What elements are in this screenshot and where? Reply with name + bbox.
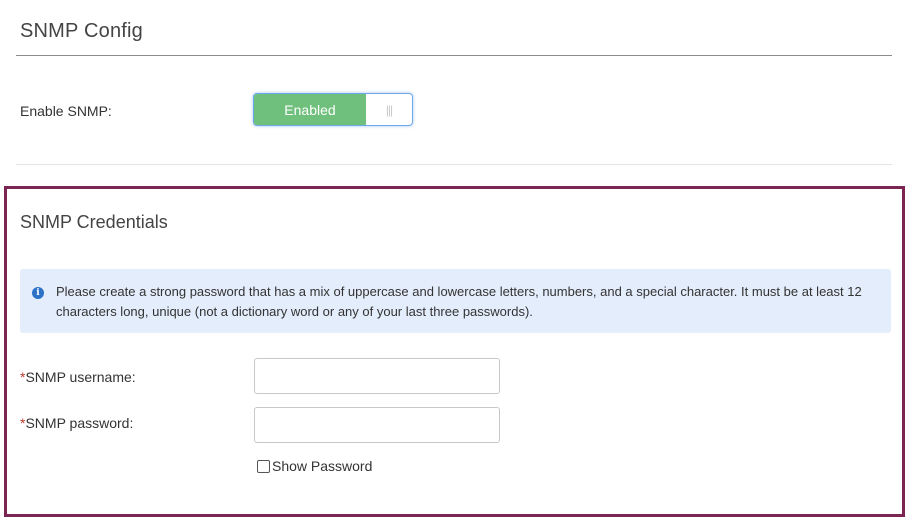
snmp-username-input[interactable] [254, 358, 500, 394]
password-info-box: i Please create a strong password that h… [20, 269, 891, 333]
enable-snmp-label: Enable SNMP: [20, 103, 112, 119]
show-password-checkbox[interactable] [257, 459, 270, 473]
show-password-label: Show Password [272, 458, 373, 474]
snmp-password-label-text: SNMP password: [25, 415, 134, 431]
title-divider [16, 55, 892, 56]
show-password-option[interactable]: Show Password [257, 458, 372, 474]
password-info-text: Please create a strong password that has… [56, 284, 862, 319]
enable-snmp-toggle[interactable]: Enabled ||| [253, 93, 413, 126]
snmp-username-label: *SNMP username: [20, 369, 136, 385]
toggle-grip-icon[interactable]: ||| [366, 94, 412, 125]
info-circle-icon: i [32, 287, 44, 299]
snmp-credentials-section [4, 186, 905, 517]
toggle-state-label: Enabled [254, 94, 366, 125]
snmp-password-label: *SNMP password: [20, 415, 133, 431]
page-title: SNMP Config [20, 20, 143, 42]
credentials-title: SNMP Credentials [20, 212, 168, 232]
snmp-username-label-text: SNMP username: [25, 369, 136, 385]
section-divider [16, 164, 892, 165]
snmp-password-input[interactable] [254, 407, 500, 443]
